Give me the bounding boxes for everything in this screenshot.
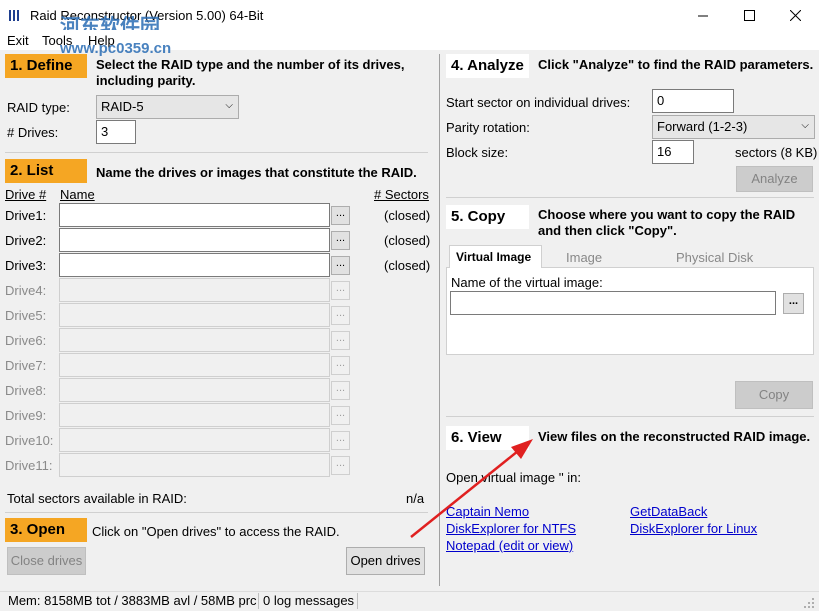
drive-label: Drive6:: [5, 333, 47, 348]
drive-label: Drive7:: [5, 358, 47, 373]
parity-rotation-label: Parity rotation:: [446, 120, 530, 135]
block-size-input[interactable]: 16: [652, 140, 694, 164]
status-divider: [357, 593, 358, 609]
separator: [446, 197, 814, 198]
close-icon: [789, 9, 801, 21]
parity-rotation-value: Forward (1-2-3): [657, 119, 748, 134]
drive-browse-button[interactable]: ...: [331, 381, 350, 400]
drive-browse-button[interactable]: ...: [331, 356, 350, 375]
drive-label: Drive9:: [5, 408, 47, 423]
define-description: Select the RAID type and the number of i…: [96, 57, 405, 88]
drive-status: (closed): [384, 233, 431, 248]
separator: [5, 512, 428, 513]
drive-name-input[interactable]: [59, 403, 330, 427]
view-description: View files on the reconstructed RAID ima…: [538, 429, 811, 444]
drive-name-input[interactable]: [59, 428, 330, 452]
drive-status: (closed): [384, 258, 431, 273]
resize-grip-icon[interactable]: [803, 597, 815, 609]
maximize-icon: [743, 9, 755, 21]
tab-virtual-image[interactable]: Virtual Image: [449, 245, 542, 268]
open-description: Click on "Open drives" to access the RAI…: [92, 524, 340, 539]
parity-rotation-select[interactable]: Forward (1-2-3) ⌵: [652, 115, 815, 139]
chevron-down-icon: ⌵: [801, 120, 809, 131]
section-open-tag: 3. Open: [5, 518, 87, 542]
col-drive-header: Drive #: [5, 187, 47, 202]
section-define-tag: 1. Define: [5, 54, 87, 78]
link-getdataback[interactable]: GetDataBack: [630, 504, 707, 519]
total-sectors-label: Total sectors available in RAID:: [7, 491, 187, 506]
drives-count-label: # Drives:: [7, 125, 59, 140]
drive-name-input[interactable]: [59, 353, 330, 377]
drive-name-input[interactable]: [59, 228, 330, 252]
drive-browse-button[interactable]: ...: [331, 431, 350, 450]
drive-label: Drive5:: [5, 308, 47, 323]
virtual-image-name-input[interactable]: [450, 291, 776, 315]
minimize-button[interactable]: [680, 0, 726, 30]
drive-browse-button[interactable]: ...: [331, 406, 350, 425]
start-sector-label: Start sector on individual drives:: [446, 95, 631, 110]
drive-browse-button[interactable]: ...: [331, 281, 350, 300]
raid-type-value: RAID-5: [101, 99, 144, 114]
analyze-button[interactable]: Analyze: [736, 166, 813, 192]
drive-name-input[interactable]: [59, 253, 330, 277]
col-name-header: Name: [60, 187, 95, 202]
raid-type-select[interactable]: RAID-5 ⌵: [96, 95, 239, 119]
drive-browse-button[interactable]: ...: [331, 231, 350, 250]
drive-label: Drive10:: [5, 433, 54, 448]
drive-browse-button[interactable]: ...: [331, 206, 350, 225]
drive-label: Drive4:: [5, 283, 47, 298]
block-size-unit: sectors (8 KB): [735, 145, 818, 160]
analyze-description: Click "Analyze" to find the RAID paramet…: [538, 57, 814, 72]
drives-count-input[interactable]: 3: [96, 120, 136, 144]
link-diskexplorer-linux[interactable]: DiskExplorer for Linux: [630, 521, 757, 536]
drive-label: Drive11:: [5, 458, 53, 473]
virtual-image-name-label: Name of the virtual image:: [451, 275, 603, 290]
menu-exit[interactable]: Exit: [7, 33, 29, 48]
drive-name-input[interactable]: [59, 378, 330, 402]
section-list-tag: 2. List: [5, 159, 87, 183]
list-description: Name the drives or images that constitut…: [96, 165, 417, 180]
tab-image[interactable]: Image: [566, 250, 602, 265]
drive-name-input[interactable]: [59, 453, 330, 477]
status-memory: Mem: 8158MB tot / 3883MB avl / 58MB prc: [8, 593, 257, 608]
open-drives-button[interactable]: Open drives: [346, 547, 425, 575]
minimize-icon: [697, 15, 708, 16]
status-divider: [258, 593, 259, 609]
chevron-down-icon: ⌵: [225, 100, 233, 111]
drive-browse-button[interactable]: ...: [331, 256, 350, 275]
app-icon: [9, 10, 19, 21]
drive-browse-button[interactable]: ...: [331, 331, 350, 350]
drive-name-input[interactable]: [59, 328, 330, 352]
drive-browse-button[interactable]: ...: [331, 306, 350, 325]
start-sector-input[interactable]: 0: [652, 89, 734, 113]
drive-name-input[interactable]: [59, 278, 330, 302]
drive-label: Drive8:: [5, 383, 47, 398]
drive-label: Drive2:: [5, 233, 47, 248]
status-log: 0 log messages: [263, 593, 355, 608]
browse-button[interactable]: ...: [783, 293, 804, 314]
copy-description: Choose where you want to copy the RAID a…: [538, 207, 796, 238]
close-drives-button[interactable]: Close drives: [7, 547, 86, 575]
close-window-button[interactable]: [772, 0, 818, 30]
drive-name-input[interactable]: [59, 303, 330, 327]
annotation-arrow: [410, 439, 533, 538]
raid-type-label: RAID type:: [7, 100, 70, 115]
tab-physical-disk[interactable]: Physical Disk: [676, 250, 753, 265]
block-size-label: Block size:: [446, 145, 509, 160]
drive-label: Drive3:: [5, 258, 47, 273]
section-analyze-tag: 4. Analyze: [446, 54, 529, 78]
separator: [5, 152, 428, 153]
section-copy-tag: 5. Copy: [446, 205, 529, 229]
copy-button[interactable]: Copy: [735, 381, 813, 409]
drive-browse-button[interactable]: ...: [331, 456, 350, 475]
col-sectors-header: # Sectors: [374, 187, 429, 202]
drive-name-input[interactable]: [59, 203, 330, 227]
maximize-button[interactable]: [726, 0, 772, 30]
drive-label: Drive1:: [5, 208, 47, 223]
separator: [446, 416, 814, 417]
drive-status: (closed): [384, 208, 431, 223]
